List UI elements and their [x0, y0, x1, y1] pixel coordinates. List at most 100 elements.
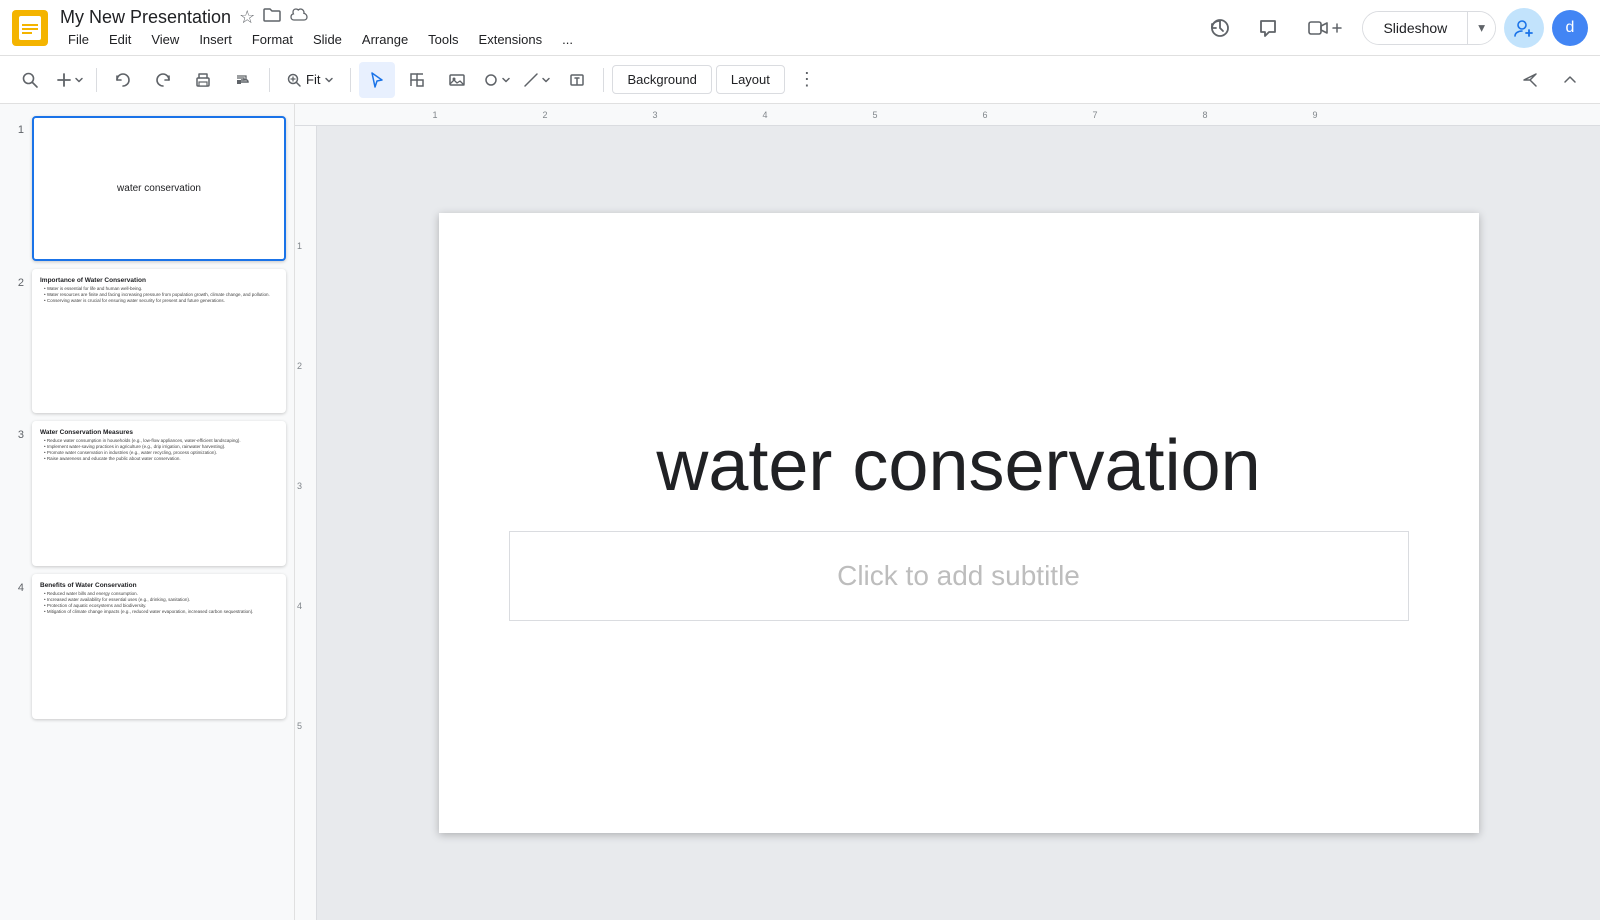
slide-panel: 1 water conservation 2 Importance of Wat… — [0, 104, 295, 920]
redo-button[interactable] — [145, 62, 181, 98]
slide-thumb-4[interactable]: Benefits of Water Conservation • Reduced… — [32, 574, 286, 719]
folder-icon[interactable] — [263, 7, 281, 28]
ruler-content-top: 1 2 3 4 5 6 7 8 9 — [335, 104, 1600, 125]
title-area: My New Presentation ☆ File Edit View Ins… — [60, 7, 1192, 49]
ruler-top-3: 3 — [652, 110, 657, 120]
ruler-top-6: 6 — [982, 110, 987, 120]
slide-4-heading: Benefits of Water Conservation — [40, 582, 137, 589]
slide-main-title[interactable]: water conservation — [656, 425, 1260, 507]
slide-subtitle-text: Click to add subtitle — [837, 560, 1080, 592]
ruler-top-5: 5 — [872, 110, 877, 120]
select-tool[interactable] — [399, 62, 435, 98]
slide-3-bullet-2: • Implement water-saving practices in ag… — [40, 444, 225, 449]
paint-format-button[interactable] — [225, 62, 261, 98]
add-person-button[interactable] — [1504, 8, 1544, 48]
chevron-up-button[interactable] — [1552, 62, 1588, 98]
menu-file[interactable]: File — [60, 30, 97, 49]
send-button[interactable] — [1512, 62, 1548, 98]
meet-button[interactable] — [1296, 14, 1354, 42]
divider-3 — [350, 68, 351, 92]
menu-tools[interactable]: Tools — [420, 30, 466, 49]
zoom-control[interactable]: Fit — [278, 68, 342, 92]
print-button[interactable] — [185, 62, 221, 98]
line-tool[interactable] — [519, 62, 555, 98]
ruler-top-7: 7 — [1092, 110, 1097, 120]
cursor-tool[interactable] — [359, 62, 395, 98]
toolbar-right — [1512, 62, 1588, 98]
background-button[interactable]: Background — [612, 65, 711, 94]
comment-icon[interactable] — [1248, 8, 1288, 48]
slide-3-bullet-4: • Raise awareness and educate the public… — [40, 456, 181, 461]
ruler-top-1: 1 — [432, 110, 437, 120]
top-bar: My New Presentation ☆ File Edit View Ins… — [0, 0, 1600, 56]
history-icon[interactable] — [1200, 8, 1240, 48]
textbox-tool[interactable] — [559, 62, 595, 98]
slide-4-bullet-4: • Mitigation of climate change impacts (… — [40, 609, 253, 614]
slide-3-bullet-1: • Reduce water consumption in households… — [40, 438, 241, 443]
main-area: 1 water conservation 2 Importance of Wat… — [0, 104, 1600, 920]
slide-canvas-area: water conservation Click to add subtitle — [317, 126, 1600, 920]
canvas-area: 1 2 3 4 5 6 7 8 9 1 2 3 4 5 — [295, 104, 1600, 920]
menu-format[interactable]: Format — [244, 30, 301, 49]
menu-insert[interactable]: Insert — [191, 30, 240, 49]
divider-2 — [269, 68, 270, 92]
add-button[interactable] — [52, 62, 88, 98]
menu-more[interactable]: ... — [554, 30, 581, 49]
ruler-left-5: 5 — [297, 721, 302, 731]
slideshow-btn-group: Slideshow ▾ — [1362, 11, 1496, 45]
toolbar: Fit Background Layout ⋮ — [0, 56, 1600, 104]
ruler-top-9: 9 — [1312, 110, 1317, 120]
slide-thumb-2[interactable]: Importance of Water Conservation • Water… — [32, 269, 286, 414]
slide-3-bullet-3: • Promote water conservation in industri… — [40, 450, 217, 455]
slide-item-4[interactable]: 4 Benefits of Water Conservation • Reduc… — [0, 570, 294, 723]
ruler-top-8: 8 — [1202, 110, 1207, 120]
more-icon: ⋮ — [798, 69, 816, 90]
slide-2-bullet-1: • Water is essential for life and human … — [40, 286, 142, 291]
menu-bar: File Edit View Insert Format Slide Arran… — [60, 30, 1192, 49]
ruler-left: 1 2 3 4 5 — [295, 126, 317, 920]
slide-3-heading: Water Conservation Measures — [40, 429, 133, 436]
menu-arrange[interactable]: Arrange — [354, 30, 416, 49]
shape-tool[interactable] — [479, 62, 515, 98]
slideshow-dropdown[interactable]: ▾ — [1467, 12, 1495, 44]
search-button[interactable] — [12, 62, 48, 98]
canvas-with-left-ruler: 1 2 3 4 5 water conservation Click to ad… — [295, 126, 1600, 920]
ruler-left-2: 2 — [297, 361, 302, 371]
ruler-top-2: 2 — [542, 110, 547, 120]
divider-4 — [603, 68, 604, 92]
layout-button[interactable]: Layout — [716, 65, 785, 94]
ruler-left-4: 4 — [297, 601, 302, 611]
menu-edit[interactable]: Edit — [101, 30, 139, 49]
avatar[interactable]: d — [1552, 10, 1588, 46]
menu-slide[interactable]: Slide — [305, 30, 350, 49]
presentation-title[interactable]: My New Presentation — [60, 7, 231, 28]
slide-subtitle-placeholder[interactable]: Click to add subtitle — [509, 531, 1409, 621]
slideshow-button[interactable]: Slideshow — [1363, 12, 1467, 44]
slide-4-bullet-1: • Reduced water bills and energy consump… — [40, 591, 138, 596]
slide-2-bullet-3: • Conserving water is crucial for ensuri… — [40, 298, 225, 303]
slide-thumb-3[interactable]: Water Conservation Measures • Reduce wat… — [32, 421, 286, 566]
menu-extensions[interactable]: Extensions — [471, 30, 551, 49]
more-options-button[interactable]: ⋮ — [789, 62, 825, 98]
ruler-top: 1 2 3 4 5 6 7 8 9 — [295, 104, 1600, 126]
slide-number-1: 1 — [8, 124, 24, 136]
slide-item-3[interactable]: 3 Water Conservation Measures • Reduce w… — [0, 417, 294, 570]
zoom-label: Fit — [306, 72, 320, 87]
app-icon — [12, 10, 48, 46]
slide-4-bullet-3: • Protection of aquatic ecosystems and b… — [40, 603, 146, 608]
slide-item-2[interactable]: 2 Importance of Water Conservation • Wat… — [0, 265, 294, 418]
slide-number-4: 4 — [8, 582, 24, 594]
divider-1 — [96, 68, 97, 92]
star-icon[interactable]: ☆ — [239, 7, 255, 28]
slide-number-3: 3 — [8, 429, 24, 441]
slide-thumb-1[interactable]: water conservation — [32, 116, 286, 261]
cloud-icon[interactable] — [289, 8, 309, 27]
undo-button[interactable] — [105, 62, 141, 98]
image-tool[interactable] — [439, 62, 475, 98]
ruler-left-1: 1 — [297, 241, 302, 251]
slide-2-bullet-2: • Water resources are finite and facing … — [40, 292, 270, 297]
top-bar-right: Slideshow ▾ d — [1200, 8, 1588, 48]
slide-canvas[interactable]: water conservation Click to add subtitle — [439, 213, 1479, 833]
slide-item-1[interactable]: 1 water conservation — [0, 112, 294, 265]
menu-view[interactable]: View — [143, 30, 187, 49]
